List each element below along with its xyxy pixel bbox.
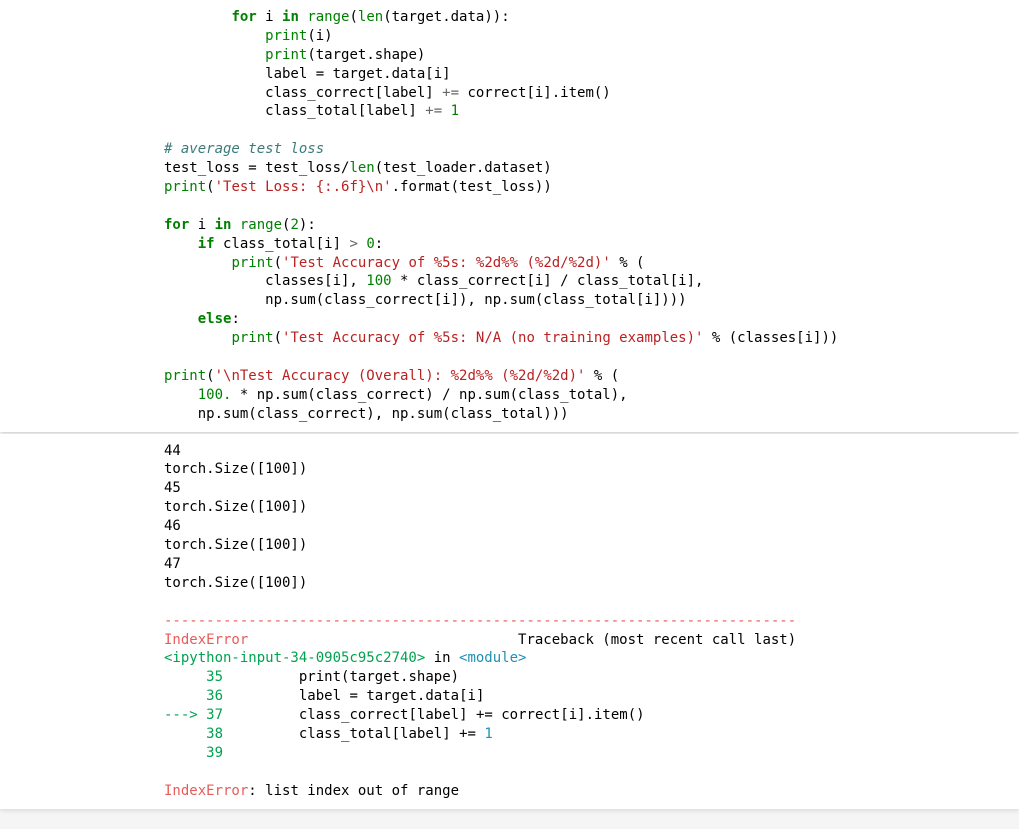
code-cell[interactable]: for i in range(len(target.data)): print(… [0, 0, 1019, 432]
builtin-print: print [265, 28, 307, 44]
code-editor[interactable]: for i in range(len(target.data)): print(… [164, 8, 1011, 424]
line-no-38: 38 [164, 726, 231, 742]
module-reference: <module> [459, 650, 526, 666]
stdout-output: 44 torch.Size([100]) 45 torch.Size([100]… [164, 442, 1011, 801]
exception-name: IndexError [164, 632, 248, 648]
output-area[interactable]: 44 torch.Size([100]) 45 torch.Size([100]… [0, 434, 1019, 809]
current-frame-arrow: ---> [164, 707, 206, 723]
traceback-separator: ----------------------------------------… [164, 613, 796, 629]
exception-message: : list index out of range [248, 783, 459, 799]
line-no-37: 37 [206, 707, 231, 723]
builtin-range: range [299, 9, 350, 25]
notebook: for i in range(len(target.data)): print(… [0, 0, 1019, 809]
builtin-len: len [358, 9, 383, 25]
print-output: 44 torch.Size([100]) 45 torch.Size([100]… [164, 443, 307, 591]
exception-name-final: IndexError [164, 783, 248, 799]
cell-reference: <ipython-input-34-0905c95c2740> [164, 650, 425, 666]
keyword-else: else [198, 311, 232, 327]
string-literal: 'Test Loss: {:.6f}\n' [215, 179, 392, 195]
keyword-in: in [282, 9, 299, 25]
line-no-39: 39 [164, 745, 231, 761]
keyword-for: for [231, 9, 256, 25]
comment: # average test loss [164, 141, 324, 157]
keyword-if: if [198, 236, 215, 252]
line-no-36: 36 [164, 688, 231, 704]
traceback-label: Traceback (most recent call last) [518, 632, 796, 648]
line-no-35: 35 [164, 669, 231, 685]
